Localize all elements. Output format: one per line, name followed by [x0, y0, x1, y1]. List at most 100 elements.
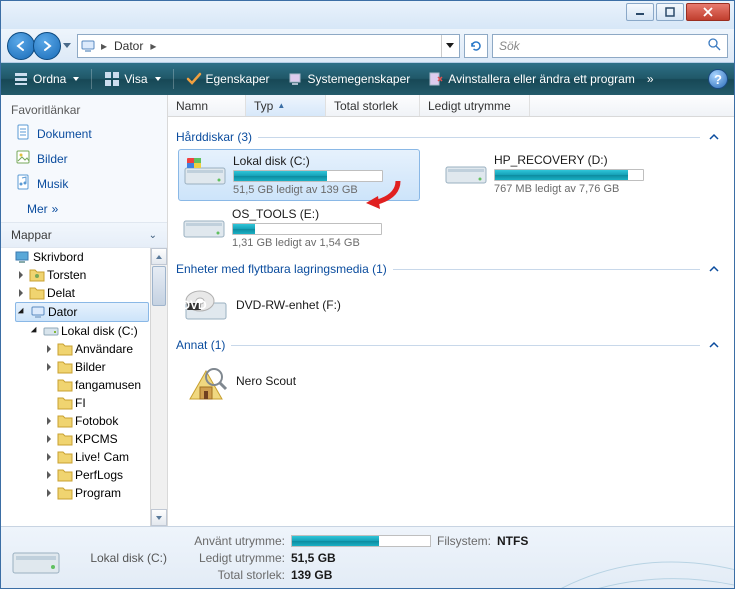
- scroll-thumb[interactable]: [152, 266, 166, 306]
- address-breadcrumb[interactable]: ▸ Dator ▸: [77, 34, 460, 58]
- chevron-down-icon: ⌄: [149, 230, 157, 241]
- drive-e[interactable]: OS_TOOLS (E:) 1,31 GB ledigt av 1,54 GB: [178, 203, 420, 253]
- svg-text:DVD: DVD: [184, 298, 207, 312]
- details-pane: Lokal disk (C:) Använt utrymme: Filsyste…: [1, 526, 734, 588]
- tree-localdisk[interactable]: Lokal disk (C:): [29, 322, 167, 340]
- column-name[interactable]: Namn: [168, 95, 246, 116]
- music-icon: [15, 174, 31, 193]
- favorite-documents[interactable]: Dokument: [1, 121, 167, 146]
- details-title: Lokal disk (C:): [73, 551, 173, 565]
- pictures-icon: [15, 149, 31, 168]
- help-button[interactable]: ?: [708, 69, 728, 89]
- group-removable[interactable]: Enheter med flyttbara lagringsmedia (1): [172, 253, 726, 281]
- collapse-icon[interactable]: [706, 129, 722, 145]
- address-dropdown[interactable]: [441, 35, 457, 57]
- navigation-pane: Favoritlänkar Dokument Bilder Musik Mer …: [1, 95, 168, 526]
- group-other[interactable]: Annat (1): [172, 329, 726, 357]
- drive-d-sub: 767 MB ledigt av 7,76 GB: [494, 183, 678, 195]
- search-icon: [707, 37, 721, 54]
- drive-f[interactable]: DVD DVD-RW-enhet (F:): [178, 281, 420, 329]
- back-button[interactable]: [7, 32, 35, 60]
- column-totalsize[interactable]: Total storlek: [326, 95, 420, 116]
- details-fs-value: NTFS: [497, 534, 528, 548]
- breadcrumb-separator[interactable]: ▸: [147, 39, 159, 53]
- group-hdd[interactable]: Hårddiskar (3): [172, 121, 726, 149]
- breadcrumb-separator[interactable]: ▸: [98, 39, 110, 53]
- properties-button[interactable]: Egenskaper: [180, 68, 276, 90]
- organize-icon: [13, 71, 29, 87]
- overflow-chevron-icon[interactable]: »: [647, 72, 654, 86]
- details-free-label: Ledigt utrymme:: [185, 551, 285, 565]
- main-area: Favoritlänkar Dokument Bilder Musik Mer …: [1, 95, 734, 526]
- tree-program[interactable]: Program: [43, 484, 167, 502]
- tree-livecam[interactable]: Live! Cam: [43, 448, 167, 466]
- organize-button[interactable]: Ordna: [7, 68, 85, 90]
- details-used-bar: [291, 535, 431, 547]
- favorite-pictures[interactable]: Bilder: [1, 146, 167, 171]
- tree-perflogs[interactable]: PerfLogs: [43, 466, 167, 484]
- shared-folder-icon: [29, 285, 45, 301]
- command-toolbar: Ordna Visa Egenskaper Systemegenskaper A…: [1, 63, 734, 95]
- scroll-down-button[interactable]: [151, 509, 167, 526]
- search-input[interactable]: Sök: [492, 34, 728, 58]
- details-free-value: 51,5 GB: [291, 551, 336, 565]
- details-total-value: 139 GB: [291, 568, 332, 582]
- nav-history-group: [7, 31, 73, 61]
- details-used-label: Använt utrymme:: [185, 534, 285, 548]
- forward-button[interactable]: [33, 32, 61, 60]
- folder-icon: [57, 377, 73, 393]
- favorites-more[interactable]: Mer »: [1, 196, 167, 222]
- breadcrumb-item[interactable]: Dator: [110, 39, 147, 53]
- tree-scrollbar[interactable]: [150, 248, 167, 526]
- close-button[interactable]: [686, 3, 730, 21]
- folder-icon: [57, 449, 73, 465]
- decorative-swoosh: [544, 526, 734, 588]
- tree-fangamusen[interactable]: fangamusen: [43, 376, 167, 394]
- user-folder-icon: [29, 267, 45, 283]
- column-type[interactable]: Typ▲: [246, 95, 326, 116]
- chevron-right-icon: »: [52, 202, 59, 216]
- favorites-header: Favoritlänkar: [1, 95, 167, 121]
- navigation-bar: ▸ Dator ▸ Sök: [1, 29, 734, 63]
- drive-c-sub: 51,5 GB ledigt av 139 GB: [233, 184, 415, 196]
- tree-torsten[interactable]: Torsten: [15, 266, 167, 284]
- maximize-button[interactable]: [656, 3, 684, 21]
- drive-d-bar: [494, 169, 644, 181]
- tree-shared[interactable]: Delat: [15, 284, 167, 302]
- history-dropdown[interactable]: [61, 39, 73, 53]
- drive-d-name: HP_RECOVERY (D:): [494, 153, 678, 167]
- minimize-button[interactable]: [626, 3, 654, 21]
- drive-c[interactable]: Lokal disk (C:) 51,5 GB ledigt av 139 GB: [178, 149, 420, 201]
- tree-users[interactable]: Användare: [43, 340, 167, 358]
- folder-icon: [57, 341, 73, 357]
- hdd-icon: [444, 153, 488, 189]
- tree-pictures[interactable]: Bilder: [43, 358, 167, 376]
- drive-c-name: Lokal disk (C:): [233, 154, 415, 168]
- item-nero[interactable]: Nero Scout: [178, 357, 420, 405]
- folder-icon: [57, 485, 73, 501]
- refresh-button[interactable]: [464, 34, 488, 58]
- collapse-icon[interactable]: [706, 261, 722, 277]
- views-icon: [104, 71, 120, 87]
- tree-fotobok[interactable]: Fotobok: [43, 412, 167, 430]
- details-drive-icon: [11, 537, 61, 579]
- column-freespace[interactable]: Ledigt utrymme: [420, 95, 530, 116]
- folders-header[interactable]: Mappar ⌄: [1, 222, 167, 248]
- dvd-drive-icon: DVD: [184, 285, 228, 325]
- uninstall-button[interactable]: Avinstallera eller ändra ett program: [422, 68, 641, 90]
- tree-computer[interactable]: Dator: [15, 302, 149, 322]
- tree-fi[interactable]: FI: [43, 394, 167, 412]
- tree-desktop[interactable]: Skrivbord: [1, 248, 167, 266]
- tree-kpcms[interactable]: KPCMS: [43, 430, 167, 448]
- column-headers: Namn Typ▲ Total storlek Ledigt utrymme: [168, 95, 734, 117]
- drive-d[interactable]: HP_RECOVERY (D:) 767 MB ledigt av 7,76 G…: [440, 149, 682, 201]
- details-total-label: Total storlek:: [185, 568, 285, 582]
- content-area: Namn Typ▲ Total storlek Ledigt utrymme H…: [168, 95, 734, 526]
- window-controls: [626, 3, 730, 21]
- views-button[interactable]: Visa: [98, 68, 166, 90]
- favorite-music[interactable]: Musik: [1, 171, 167, 196]
- collapse-icon[interactable]: [706, 337, 722, 353]
- system-properties-button[interactable]: Systemegenskaper: [282, 68, 417, 90]
- folder-icon: [57, 467, 73, 483]
- scroll-up-button[interactable]: [151, 248, 167, 265]
